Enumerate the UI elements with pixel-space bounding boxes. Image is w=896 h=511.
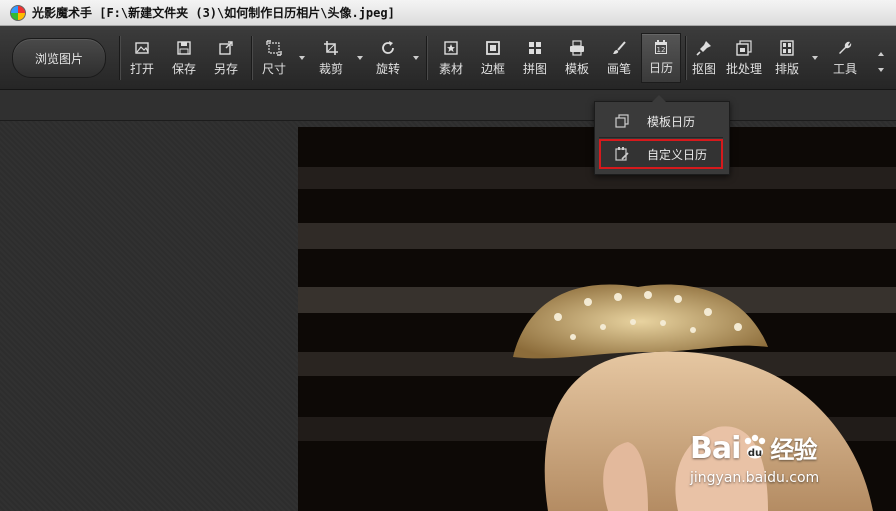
toolbar-separator <box>251 36 252 80</box>
toolbar-separator <box>119 36 120 80</box>
toolbar-overflow-caret[interactable] <box>878 52 884 56</box>
menu-item-template-calendar[interactable]: 模板日历 <box>599 106 723 136</box>
material-icon <box>444 41 458 55</box>
frame-label: 边框 <box>480 62 505 76</box>
cutout-button[interactable]: 抠图 <box>688 36 720 82</box>
title-bar: 光影魔术手 [F:\新建文件夹 (3)\如何制作日历相片\头像.jpeg] <box>0 0 896 26</box>
watermark-url: jingyan.baidu.com <box>690 470 820 486</box>
secondary-toolbar <box>0 90 896 121</box>
open-image-icon <box>135 42 149 54</box>
brush-icon <box>613 41 626 54</box>
collage-button[interactable]: 拼图 <box>519 36 551 82</box>
rotate-dropdown-caret[interactable] <box>413 56 419 60</box>
cutout-icon <box>696 41 711 56</box>
rotate-icon <box>382 41 394 54</box>
brush-button[interactable]: 画笔 <box>603 36 635 82</box>
frame-button[interactable]: 边框 <box>477 36 509 82</box>
template-icon <box>570 40 584 56</box>
watermark-brand: Bai <box>690 431 741 466</box>
tools-label: 工具 <box>832 62 857 76</box>
toolbar-separator <box>685 36 686 80</box>
watermark-brand-suffix: 经验 <box>770 436 817 464</box>
collage-icon <box>529 42 541 54</box>
save-button[interactable]: 保存 <box>168 36 200 82</box>
brush-label: 画笔 <box>606 62 631 76</box>
resize-icon <box>266 40 282 56</box>
rotate-label: 旋转 <box>375 62 400 76</box>
material-button[interactable]: 素材 <box>435 36 467 82</box>
layout-dropdown-caret[interactable] <box>812 56 818 60</box>
toolbar-separator <box>426 36 427 80</box>
tools-button[interactable]: 工具 <box>829 36 861 82</box>
layout-button[interactable]: 排版 <box>771 36 803 82</box>
frame-icon <box>486 41 500 55</box>
calendar-button[interactable]: 12 日历 <box>641 33 681 83</box>
batch-button[interactable]: 批处理 <box>723 36 765 82</box>
crop-icon <box>324 41 338 55</box>
open-label: 打开 <box>129 62 154 76</box>
material-label: 素材 <box>438 62 463 76</box>
window-title: 光影魔术手 [F:\新建文件夹 (3)\如何制作日历相片\头像.jpeg] <box>32 6 395 20</box>
menu-item-custom-calendar-label: 自定义日历 <box>647 147 708 162</box>
custom-calendar-icon <box>615 147 629 161</box>
save-as-label: 另存 <box>213 62 238 76</box>
calendar-dropdown-menu: 模板日历 自定义日历 <box>594 95 730 175</box>
save-as-button[interactable]: 另存 <box>210 36 242 82</box>
rotate-button[interactable]: 旋转 <box>371 36 405 82</box>
app-logo-icon <box>10 4 26 21</box>
resize-label: 尺寸 <box>261 62 286 76</box>
save-label: 保存 <box>171 62 196 76</box>
save-as-icon <box>219 41 233 55</box>
crop-label: 裁剪 <box>318 62 343 76</box>
menu-separator <box>599 137 723 138</box>
crop-button[interactable]: 裁剪 <box>314 36 348 82</box>
batch-label: 批处理 <box>725 62 762 76</box>
calendar-icon: 12 <box>655 40 667 54</box>
crop-dropdown-caret[interactable] <box>357 56 363 60</box>
menu-item-custom-calendar[interactable]: 自定义日历 <box>599 139 723 169</box>
batch-icon <box>736 40 752 56</box>
browse-images-button[interactable]: 浏览图片 <box>12 38 106 78</box>
template-label: 模板 <box>564 62 589 76</box>
calendar-label: 日历 <box>648 61 673 75</box>
cutout-label: 抠图 <box>691 62 716 76</box>
calendar-icon-number: 12 <box>657 46 666 54</box>
template-calendar-icon <box>615 114 629 128</box>
toolbar-overflow-caret-down[interactable] <box>878 68 884 72</box>
wrench-icon <box>839 41 852 54</box>
svg-text:du: du <box>748 448 762 459</box>
open-button[interactable]: 打开 <box>126 36 158 82</box>
collage-label: 拼图 <box>522 62 547 76</box>
menu-item-template-calendar-label: 模板日历 <box>647 114 696 129</box>
baidu-watermark: Bai du 经验 jingyan.baidu.com <box>690 430 819 486</box>
template-button[interactable]: 模板 <box>561 36 593 82</box>
save-icon <box>177 41 191 55</box>
layout-icon <box>780 40 794 56</box>
resize-dropdown-caret[interactable] <box>299 56 305 60</box>
paw-logo-icon: du <box>745 434 766 459</box>
main-toolbar: 浏览图片 打开 保存 另存 尺寸 裁剪 旋转 素材 边框 拼图 模板 画笔 12… <box>0 26 896 90</box>
layout-label: 排版 <box>774 62 799 76</box>
resize-button[interactable]: 尺寸 <box>258 36 290 82</box>
